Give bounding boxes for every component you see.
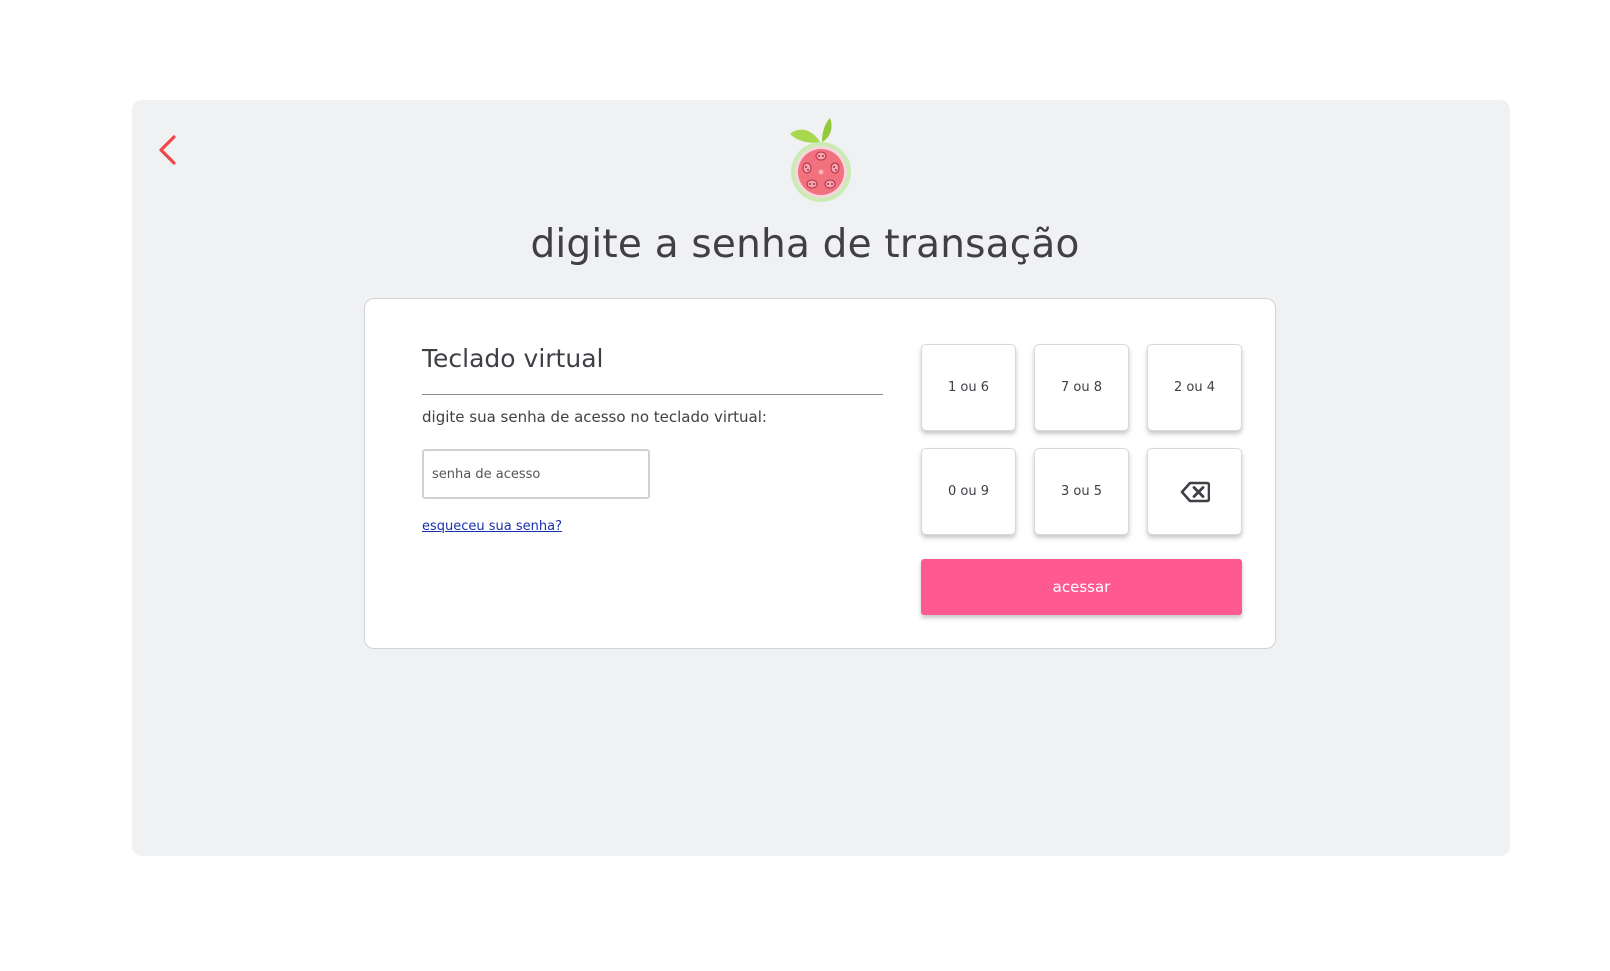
divider xyxy=(422,394,883,395)
backspace-button[interactable] xyxy=(1147,448,1242,535)
keypad-key-label: 0 ou 9 xyxy=(948,484,989,499)
keypad-key-label: 1 ou 6 xyxy=(948,380,989,395)
chevron-left-icon xyxy=(159,135,176,165)
password-input[interactable] xyxy=(422,449,650,499)
guava-fruit-logo xyxy=(786,118,856,208)
virtual-keyboard-title: Teclado virtual xyxy=(422,344,604,373)
forgot-password-link[interactable]: esqueceu sua senha? xyxy=(422,519,562,534)
keypad-key-0-or-9[interactable]: 0 ou 9 xyxy=(921,448,1016,535)
keypad-key-1-or-6[interactable]: 1 ou 6 xyxy=(921,344,1016,431)
keypad-key-3-or-5[interactable]: 3 ou 5 xyxy=(1034,448,1129,535)
submit-button[interactable]: acessar xyxy=(921,559,1242,615)
backspace-icon xyxy=(1180,481,1210,502)
keypad-key-label: 7 ou 8 xyxy=(1061,380,1102,395)
instruction-text: digite sua senha de acesso no teclado vi… xyxy=(422,408,767,426)
keypad-key-label: 3 ou 5 xyxy=(1061,484,1102,499)
keypad-key-7-or-8[interactable]: 7 ou 8 xyxy=(1034,344,1129,431)
submit-button-label: acessar xyxy=(1052,578,1111,596)
keypad-key-2-or-4[interactable]: 2 ou 4 xyxy=(1147,344,1242,431)
page-title: digite a senha de transação xyxy=(530,222,1080,267)
back-button[interactable] xyxy=(152,130,182,170)
keypad-key-label: 2 ou 4 xyxy=(1174,380,1215,395)
